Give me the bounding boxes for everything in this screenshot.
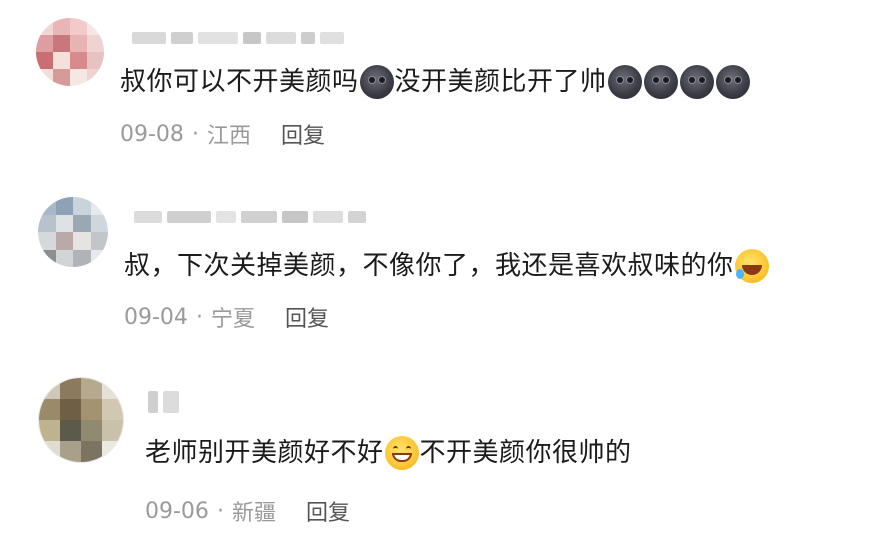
comment-text-part: 叔你可以不开美颜吗 (120, 67, 359, 97)
username-blurred[interactable] (148, 391, 179, 413)
comment-meta: 09-08 · 江西 回复 (120, 118, 325, 150)
reply-button[interactable]: 回复 (306, 495, 350, 527)
crying-laughing-icon (734, 249, 769, 283)
comment-date: 09-06 (145, 498, 209, 524)
avatar[interactable] (38, 197, 108, 267)
comment-item: 老师别开美颜好不好 不开美颜你很帅的 09-06 · 新疆 回复 (0, 355, 889, 555)
comment-location: 江西 (206, 124, 251, 149)
username-blurred[interactable] (134, 211, 366, 223)
avatar[interactable] (38, 377, 124, 463)
comment-date: 09-08 (120, 121, 184, 147)
meta-separator: · (195, 304, 203, 330)
comment-location: 新疆 (231, 501, 276, 526)
grinning-face-icon (384, 436, 419, 470)
comment-text-part: 老师别开美颜好不好 (145, 438, 384, 468)
comment-text: 叔，下次关掉美颜，不像你了，我还是喜欢叔味的你 (124, 248, 770, 284)
comment-date: 09-04 (124, 304, 188, 330)
comment-text: 叔你可以不开美颜吗 没开美颜比开了帅 (120, 64, 751, 100)
comment-text: 老师别开美颜好不好 不开美颜你很帅的 (145, 435, 632, 471)
comment-meta: 09-06 · 新疆 回复 (145, 495, 350, 527)
comment-item: 叔你可以不开美颜吗 没开美颜比开了帅 09-08 · 江西 回复 (0, 0, 889, 175)
comment-item: 叔，下次关掉美颜，不像你了，我还是喜欢叔味的你 09-04 · 宁夏 回复 (0, 175, 889, 355)
meta-separator: · (216, 498, 224, 524)
comment-text-part: 没开美颜比开了帅 (394, 67, 607, 97)
comment-meta: 09-04 · 宁夏 回复 (124, 301, 329, 333)
username-blurred[interactable] (132, 32, 344, 44)
new-moon-face-icon (643, 65, 678, 99)
reply-button[interactable]: 回复 (281, 118, 325, 150)
comment-location: 宁夏 (210, 307, 255, 332)
new-moon-face-icon (359, 65, 394, 99)
new-moon-face-icon (607, 65, 642, 99)
new-moon-face-icon (715, 65, 750, 99)
new-moon-face-icon (679, 65, 714, 99)
avatar[interactable] (36, 18, 104, 86)
meta-separator: · (191, 121, 199, 147)
comment-text-part: 叔，下次关掉美颜，不像你了，我还是喜欢叔味的你 (124, 251, 734, 281)
comment-text-part: 不开美颜你很帅的 (419, 438, 632, 468)
reply-button[interactable]: 回复 (285, 301, 329, 333)
